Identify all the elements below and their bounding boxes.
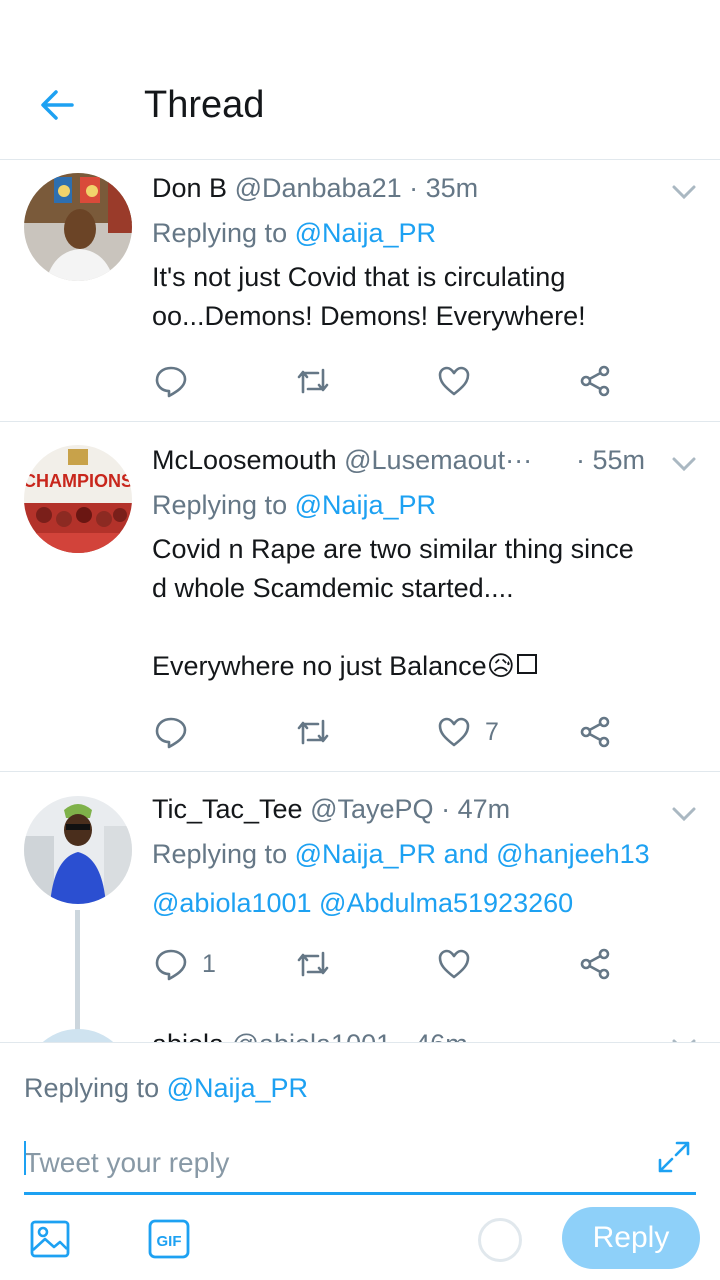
author-name[interactable]: McLoosemouth — [152, 445, 337, 475]
back-arrow-icon[interactable] — [34, 82, 80, 128]
share-action[interactable] — [578, 944, 612, 984]
tweet-text-line — [152, 608, 700, 647]
mention-link[interactable]: @abiola1001 @Abdulma51923260 — [152, 888, 573, 918]
tweet-time: 35m — [425, 173, 479, 203]
replying-prefix: Replying to — [24, 1073, 167, 1103]
tweet-text-line: It's not just Covid that is circulating — [152, 262, 566, 292]
heart-icon — [438, 717, 470, 747]
mention-link[interactable]: @Naija_PR — [295, 490, 436, 520]
reply-action[interactable]: 1 — [154, 944, 216, 984]
text-caret — [24, 1141, 26, 1175]
avatar[interactable] — [24, 796, 132, 904]
heart-icon — [438, 366, 470, 396]
share-action[interactable] — [578, 712, 612, 752]
retweet-action[interactable] — [296, 361, 344, 401]
reply-composer: Replying to @Naija_PR GIF Reply — [0, 1042, 720, 1280]
share-icon — [580, 948, 610, 980]
meta-separator: · — [576, 445, 585, 475]
tweet-text-line: oo...Demons! Demons! Everywhere! — [152, 301, 586, 331]
retweet-icon — [297, 951, 329, 977]
character-counter — [478, 1218, 522, 1262]
share-action[interactable] — [578, 361, 612, 401]
like-action[interactable] — [437, 944, 485, 984]
image-icon[interactable] — [30, 1219, 70, 1259]
author-name[interactable]: Tic_Tac_Tee — [152, 794, 303, 824]
reply-icon — [155, 366, 187, 398]
page-title: Thread — [144, 84, 265, 126]
replying-and: and — [436, 839, 497, 869]
meta-separator: · — [399, 1029, 408, 1042]
tweet-text-fragment: Everywhere no just Balance — [152, 651, 487, 681]
mentions-line: @abiola1001 @Abdulma51923260 — [152, 886, 700, 920]
replying-to: Replying to @Naija_PR and @hanjeeh13 — [152, 837, 700, 871]
gif-icon[interactable]: GIF — [148, 1219, 190, 1259]
expand-icon[interactable] — [656, 1139, 692, 1175]
author-handle[interactable]: @Danbaba21 — [235, 173, 402, 203]
missing-glyph-box — [516, 654, 537, 674]
thread-feed[interactable]: Don B @Danbaba21 · 35m Replying to @Naij… — [0, 160, 720, 1042]
replying-prefix: Replying to — [152, 218, 295, 248]
tweet-item[interactable]: CHAMPIONS McLoosemouth @Lusemaout··· · 5… — [0, 422, 720, 772]
sad-face-emoji: 😥 — [486, 651, 515, 681]
author-name[interactable]: Don B — [152, 173, 227, 203]
author-handle[interactable]: @TayePQ — [310, 794, 433, 824]
retweet-icon — [297, 719, 329, 745]
author-handle[interactable]: @Lusemaout··· — [344, 445, 532, 475]
reply-action[interactable] — [154, 712, 202, 752]
like-action[interactable]: 7 — [437, 712, 499, 752]
composer-replying-to: Replying to @Naija_PR — [24, 1073, 308, 1104]
gif-label: GIF — [157, 1233, 182, 1250]
tweet-item[interactable]: Tic_Tac_Tee @TayePQ · 47m Replying to @N… — [0, 772, 720, 1042]
avatar[interactable] — [24, 173, 132, 281]
replying-prefix: Replying to — [152, 839, 295, 869]
tweet-actions: 1 — [152, 944, 622, 984]
like-count: 7 — [485, 717, 499, 746]
reply-count: 1 — [202, 949, 216, 978]
reply-button[interactable]: Reply — [562, 1207, 700, 1269]
reply-icon — [155, 717, 187, 749]
tweet-text-line: d whole Scamdemic started.... — [152, 573, 514, 603]
tweet-time: 46m — [415, 1029, 468, 1042]
chevron-down-icon[interactable] — [670, 182, 698, 202]
reply-action[interactable] — [154, 361, 202, 401]
share-icon — [580, 365, 610, 397]
thread-connector — [75, 910, 80, 1042]
author-name[interactable]: abiola — [152, 1029, 224, 1042]
like-action[interactable] — [437, 361, 485, 401]
tweet-text-line: Covid n Rape are two similar thing since — [152, 534, 634, 564]
replying-to: Replying to @Naija_PR — [152, 216, 700, 250]
avatar-caption: CHAMPIONS — [24, 471, 132, 491]
tweet-time: 47m — [457, 794, 511, 824]
reply-icon — [155, 949, 187, 981]
retweet-action[interactable] — [296, 944, 344, 984]
mention-link[interactable]: @Naija_PR — [167, 1073, 308, 1103]
tweet-text-line: Everywhere no just Balance😥 — [152, 647, 700, 686]
heart-icon — [438, 949, 470, 979]
meta-separator: · — [441, 794, 451, 824]
tweet-item[interactable]: Don B @Danbaba21 · 35m Replying to @Naij… — [0, 160, 720, 422]
chevron-down-icon[interactable] — [670, 454, 698, 474]
replying-prefix: Replying to — [152, 490, 295, 520]
mention-link[interactable]: @hanjeeh13 — [496, 839, 650, 869]
tweet-actions — [152, 361, 622, 401]
share-icon — [580, 716, 610, 748]
avatar[interactable]: CHAMPIONS — [24, 445, 132, 553]
retweet-action[interactable] — [296, 712, 344, 752]
retweet-icon — [297, 368, 329, 394]
author-handle[interactable]: @abiola1001 — [232, 1029, 392, 1042]
app-header: Thread — [0, 0, 720, 160]
meta-separator: · — [409, 173, 419, 203]
mention-link[interactable]: @Naija_PR — [295, 218, 436, 248]
tweet-text: Covid n Rape are two similar thing since… — [152, 530, 700, 686]
tweet-time: 55m — [592, 445, 646, 475]
tweet-actions: 7 — [152, 712, 622, 752]
tweet-text: It's not just Covid that is circulating … — [152, 258, 700, 336]
mention-link[interactable]: @Naija_PR — [295, 839, 436, 869]
replying-to: Replying to @Naija_PR — [152, 488, 700, 522]
chevron-down-icon[interactable] — [670, 804, 698, 824]
reply-input-wrapper — [24, 1137, 696, 1195]
reply-input[interactable] — [24, 1137, 624, 1189]
